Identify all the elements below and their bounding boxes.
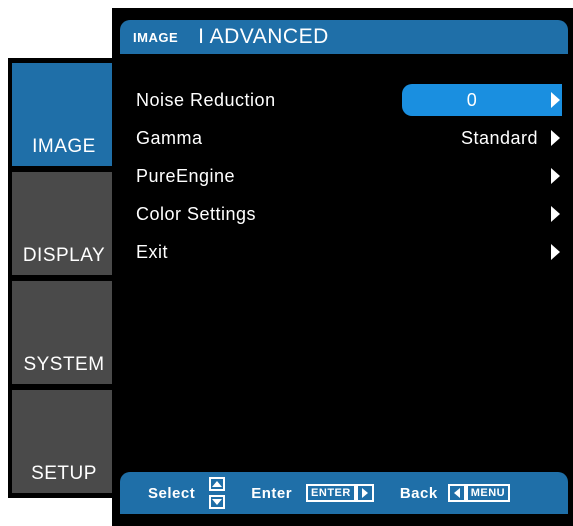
breadcrumb-subsection: I ADVANCED xyxy=(198,25,329,48)
right-arrow-icon xyxy=(355,484,374,502)
enter-key-hint: ENTER xyxy=(306,484,374,502)
menu-item-color-settings[interactable]: Color Settings xyxy=(136,195,566,233)
tab-system[interactable]: SYSTEM xyxy=(12,281,116,384)
menu-item-label: PureEngine xyxy=(136,165,236,186)
key-hint-bar: Select Enter ENTER Back MENU xyxy=(120,472,568,514)
back-hint-label: Back xyxy=(399,484,438,502)
left-arrow-icon xyxy=(447,484,466,502)
tab-setup[interactable]: SETUP xyxy=(12,390,116,493)
tab-column: IMAGE DISPLAY SYSTEM SETUP xyxy=(8,58,118,498)
chevron-right-icon[interactable] xyxy=(551,130,560,146)
menu-key-hint: MENU xyxy=(447,484,511,502)
down-arrow-icon xyxy=(209,495,226,509)
menu-panel: IMAGE I ADVANCED Noise Reduction 0 Gamma… xyxy=(112,8,573,526)
chevron-right-icon[interactable] xyxy=(551,92,560,108)
breadcrumb-section: IMAGE xyxy=(133,29,179,45)
tab-display-label: DISPLAY xyxy=(22,245,106,266)
menu-item-noise-reduction[interactable]: Noise Reduction 0 xyxy=(136,81,566,119)
breadcrumb: IMAGE I ADVANCED xyxy=(120,20,568,54)
chevron-right-icon[interactable] xyxy=(551,244,560,260)
menu-item-gamma[interactable]: Gamma Standard xyxy=(136,119,566,157)
menu-list: Noise Reduction 0 Gamma Standard PureEng… xyxy=(136,81,566,271)
tab-display[interactable]: DISPLAY xyxy=(12,172,116,275)
menu-item-pureengine[interactable]: PureEngine xyxy=(136,157,566,195)
menu-key: MENU xyxy=(465,484,511,502)
menu-item-value: Standard xyxy=(460,127,538,148)
tab-setup-label: SETUP xyxy=(31,463,97,484)
tab-image-label: IMAGE xyxy=(32,136,96,157)
enter-hint-label: Enter xyxy=(251,484,293,502)
up-down-arrow-icon xyxy=(209,477,226,509)
select-hint-label: Select xyxy=(148,484,196,502)
menu-item-label: Color Settings xyxy=(136,203,257,224)
menu-item-label: Exit xyxy=(136,241,169,262)
tab-image[interactable]: IMAGE xyxy=(12,63,116,166)
menu-item-exit[interactable]: Exit xyxy=(136,233,566,271)
chevron-right-icon[interactable] xyxy=(551,168,560,184)
chevron-right-icon[interactable] xyxy=(551,206,560,222)
enter-key: ENTER xyxy=(306,484,356,502)
tab-system-label: SYSTEM xyxy=(23,354,105,375)
menu-item-value: 0 xyxy=(402,84,562,116)
up-arrow-icon xyxy=(209,477,226,491)
